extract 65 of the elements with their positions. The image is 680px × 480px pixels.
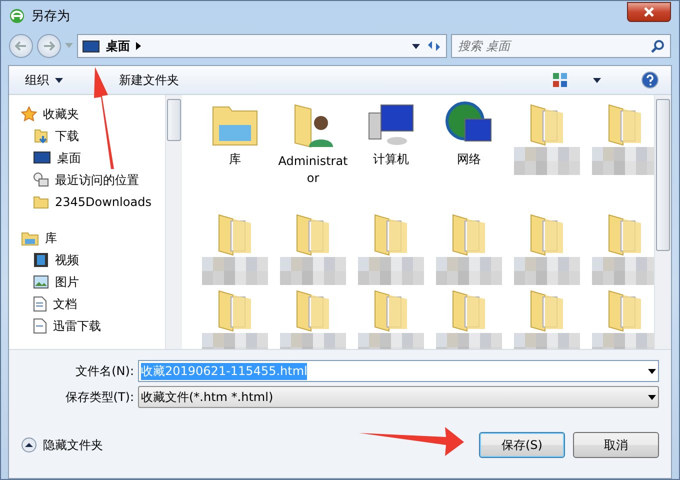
chevron-up-icon: [21, 437, 37, 453]
document-icon: [33, 318, 47, 334]
pixelated-label: [358, 257, 424, 285]
caret-icon[interactable]: [648, 368, 656, 374]
address-bar[interactable]: 桌面: [77, 34, 447, 58]
pixelated-label: [280, 257, 346, 285]
file-item[interactable]: 库: [196, 99, 274, 209]
caret-icon[interactable]: [593, 78, 601, 82]
pixelated-label: [202, 257, 268, 285]
pixelated-label: [592, 147, 654, 175]
breadcrumb[interactable]: 桌面: [106, 38, 130, 54]
forward-button[interactable]: [37, 34, 61, 58]
browser-logo-icon: [9, 8, 25, 24]
star-icon: [21, 106, 37, 122]
pixelated-label: [592, 257, 654, 285]
caret-icon[interactable]: [412, 44, 420, 48]
help-icon[interactable]: [641, 71, 659, 89]
pixelated-label: [514, 147, 580, 175]
library-icon: [21, 230, 39, 246]
file-type-label: 保存类型(T):: [64, 388, 134, 406]
sidebar-item[interactable]: 下载: [21, 125, 165, 147]
new-folder-button[interactable]: 新建文件夹: [115, 70, 183, 90]
back-button[interactable]: [9, 34, 33, 58]
sidebar-item[interactable]: 迅雷下载: [21, 315, 165, 337]
sidebar-item[interactable]: 图片: [21, 271, 165, 293]
sidebar-scrollbar[interactable]: [165, 95, 182, 349]
sidebar-item[interactable]: 2345Downloads: [21, 191, 165, 213]
save-button[interactable]: 保存(S): [479, 432, 565, 458]
close-button[interactable]: [627, 2, 671, 22]
refresh-icon[interactable]: [426, 39, 442, 53]
picture-icon: [33, 275, 49, 289]
search-icon: [651, 40, 664, 52]
file-item[interactable]: 网络: [430, 99, 508, 209]
sidebar-group[interactable]: 库: [21, 227, 165, 249]
close-icon: [643, 7, 655, 17]
organize-menu[interactable]: 组织: [21, 70, 67, 90]
file-item[interactable]: 计算机: [352, 99, 430, 209]
sidebar-item[interactable]: 文档: [21, 293, 165, 315]
monitor-icon: [33, 151, 51, 165]
file-list-scrollbar[interactable]: [654, 95, 671, 349]
film-icon: [33, 252, 49, 268]
caret-icon: [55, 78, 63, 82]
sidebar-item[interactable]: 最近访问的位置: [21, 169, 165, 191]
pixelated-label: [436, 257, 502, 285]
pixelated-label: [514, 257, 580, 285]
document-icon: [33, 296, 47, 312]
chevron-right-icon[interactable]: [136, 42, 142, 50]
sidebar-group[interactable]: 收藏夹: [21, 103, 165, 125]
file-type-dropdown[interactable]: 收藏文件(*.htm *.html): [138, 386, 659, 408]
arrow-left-icon: [15, 41, 27, 51]
folder-icon: [33, 194, 49, 210]
filename-label: 文件名(N):: [74, 362, 134, 380]
monitor-icon: [82, 40, 100, 52]
arrow-right-icon: [43, 41, 55, 51]
sidebar-item[interactable]: 桌面: [21, 147, 165, 169]
window-title: 另存为: [31, 8, 70, 25]
clock-monitor-icon: [33, 172, 49, 188]
cancel-button[interactable]: 取消: [573, 432, 659, 458]
view-options-icon[interactable]: [553, 73, 567, 87]
file-item[interactable]: Administrator: [274, 99, 352, 209]
search-field[interactable]: 搜索 桌面: [451, 34, 671, 58]
sidebar-item[interactable]: 视频: [21, 249, 165, 271]
hide-folders-button[interactable]: 隐藏文件夹: [21, 436, 103, 454]
caret-icon[interactable]: [648, 394, 656, 400]
download-folder-icon: [33, 128, 49, 144]
